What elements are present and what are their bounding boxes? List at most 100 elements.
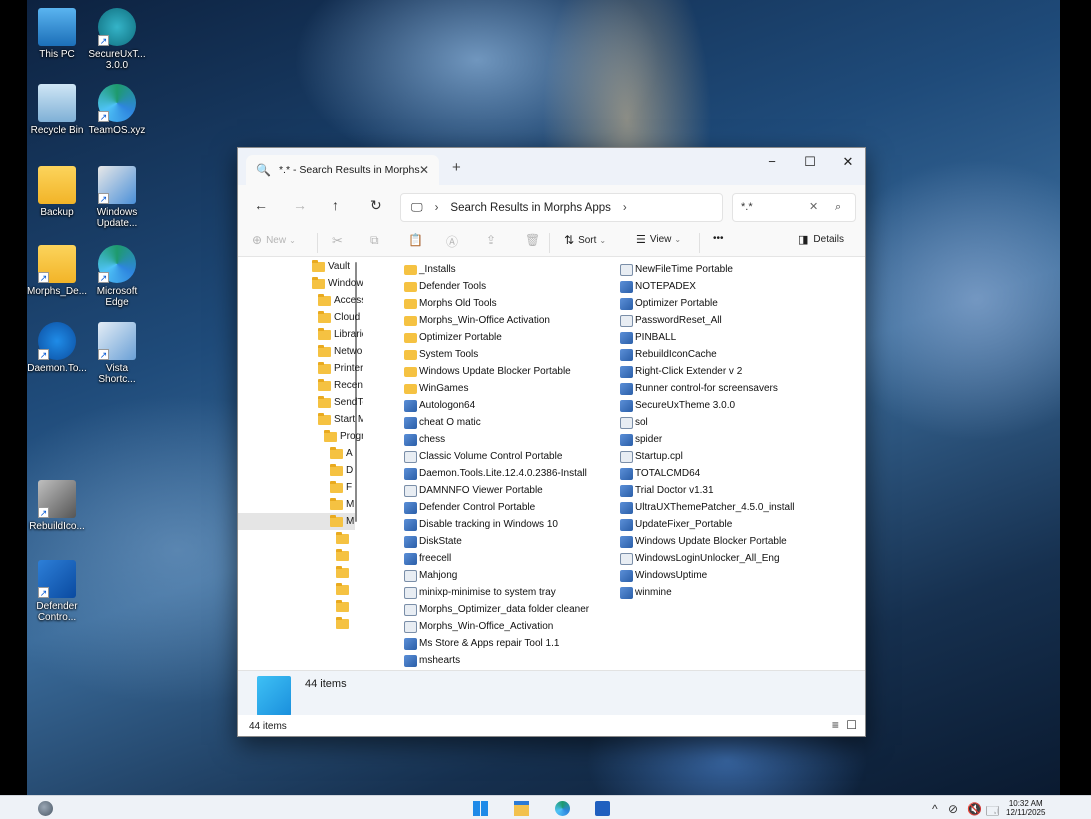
view-button[interactable]: ☰ View ⌄ (636, 233, 681, 246)
file-item[interactable]: _Installs (404, 261, 456, 278)
desktop-icon[interactable]: Recycle Bin (27, 84, 87, 136)
file-item[interactable]: WindowsLoginUnlocker_All_Eng (620, 550, 780, 567)
nav-tree-item[interactable] (336, 547, 352, 564)
file-item[interactable]: chess (404, 431, 445, 448)
file-item[interactable]: UltraUXThemePatcher_4.5.0_install (620, 499, 795, 516)
breadcrumb[interactable]: Search Results in Morphs Apps (450, 202, 610, 214)
maximize-button[interactable]: ☐ (791, 154, 829, 176)
rename-button[interactable]: Ⓐ (446, 233, 458, 250)
file-item[interactable]: WinGames (404, 380, 468, 397)
sort-button[interactable]: ⇅ Sort ⌄ (564, 233, 606, 247)
tab-search-results[interactable]: 🔍 *.* - Search Results in Morphs ✕ (246, 155, 439, 185)
desktop-icon[interactable]: ↗ Vista Shortc... (87, 322, 147, 385)
file-item[interactable]: Right-Click Extender v 2 (620, 363, 742, 380)
nav-tree-item[interactable]: M (238, 513, 355, 530)
desktop-icon[interactable]: ↗ RebuildIco... (27, 480, 87, 532)
file-item[interactable]: Optimizer Portable (404, 329, 502, 346)
file-item[interactable]: minixp-minimise to system tray (404, 584, 556, 601)
file-item[interactable]: mshearts (404, 652, 460, 669)
battery-icon[interactable]: 🗔 (986, 802, 999, 819)
more-options-button[interactable]: ••• (713, 233, 724, 244)
network-icon[interactable]: ⊘ (948, 802, 958, 816)
nav-tree-item[interactable]: D (330, 462, 353, 479)
desktop-icon[interactable]: ↗ SecureUxT... 3.0.0 (87, 8, 147, 71)
file-item[interactable]: Defender Control Portable (404, 499, 535, 516)
nav-tree-item[interactable]: Accessories (318, 292, 363, 309)
close-tab-icon[interactable]: ✕ (419, 163, 429, 177)
search-icon[interactable]: ⌕ (835, 194, 841, 221)
details-button[interactable]: ◨ Details (798, 233, 844, 246)
desktop-icon[interactable]: ↗ Defender Contro... (27, 560, 87, 623)
file-item[interactable]: UpdateFixer_Portable (620, 516, 732, 533)
file-item[interactable]: winmine (620, 584, 672, 601)
file-item[interactable]: RebuildIconCache (620, 346, 717, 363)
file-item[interactable]: TOTALCMD64 (620, 465, 700, 482)
volume-icon[interactable]: 🔇 (967, 802, 982, 816)
file-item[interactable]: NewFileTime Portable (620, 261, 733, 278)
copy-button[interactable]: ⧉ (370, 233, 379, 248)
show-hidden-icons-chevron[interactable]: ^ (932, 802, 938, 816)
nav-tree-item[interactable]: A (330, 445, 353, 462)
file-item[interactable]: Startup.cpl (620, 448, 683, 465)
file-item[interactable]: Trial Doctor v1.31 (620, 482, 714, 499)
clear-search-icon[interactable]: ✕ (809, 194, 818, 221)
file-item[interactable]: Morphs_Optimizer_data folder cleaner (404, 601, 589, 618)
file-item[interactable]: Runner control-for screensavers (620, 380, 778, 397)
paste-button[interactable]: 📋 (408, 233, 423, 247)
file-item[interactable]: Optimizer Portable (620, 295, 718, 312)
cut-button[interactable]: ✂ (332, 233, 343, 249)
file-item[interactable]: Daemon.Tools.Lite.12.4.0.2386-Install (404, 465, 587, 482)
desktop-icon[interactable]: Backup (27, 166, 87, 218)
nav-tree-item[interactable]: Start Menu (318, 411, 363, 428)
tiles-view-icon[interactable]: ☐ (846, 718, 857, 732)
file-item[interactable]: Morphs Old Tools (404, 295, 497, 312)
nav-tree-item[interactable] (336, 581, 352, 598)
file-item[interactable]: Ms Store & Apps repair Tool 1.1 (404, 635, 559, 652)
file-explorer-taskbar-icon[interactable] (514, 801, 529, 816)
file-item[interactable]: Disable tracking in Windows 10 (404, 516, 558, 533)
nav-tree-item[interactable] (336, 615, 352, 632)
minimize-button[interactable]: − (753, 154, 791, 176)
back-button[interactable]: ← (254, 197, 268, 213)
desktop-icon[interactable]: This PC (27, 8, 87, 60)
refresh-button[interactable]: ↻ (370, 197, 382, 214)
nav-tree-item[interactable]: Windows (312, 275, 363, 292)
desktop-icon[interactable]: ↗ Microsoft Edge (87, 245, 147, 308)
edge-taskbar-icon[interactable] (555, 801, 570, 816)
desktop-icon[interactable]: ↗ Morphs_De... (27, 245, 87, 297)
file-item[interactable]: Morphs_Win-Office_Activation (404, 618, 553, 635)
file-item[interactable]: Mahjong (404, 567, 457, 584)
desktop-icon[interactable]: ↗ Windows Update... (87, 166, 147, 229)
file-item[interactable]: Windows Update Blocker Portable (620, 533, 787, 550)
file-item[interactable]: NOTEPADEX (620, 278, 696, 295)
share-button[interactable]: ⇪ (486, 233, 496, 247)
address-bar[interactable]: 🖵 › Search Results in Morphs Apps › (400, 193, 723, 222)
new-tab-button[interactable]: + (452, 159, 461, 176)
widgets-icon[interactable] (38, 801, 53, 816)
up-button[interactable]: ↑ (332, 197, 339, 213)
file-item[interactable]: Autologon64 (404, 397, 475, 414)
nav-tree-item[interactable]: F (330, 479, 352, 496)
file-item[interactable]: DiskState (404, 533, 462, 550)
search-box[interactable]: *.* ✕ ⌕ (732, 193, 856, 222)
file-item[interactable]: SecureUxTheme 3.0.0 (620, 397, 735, 414)
nav-tree-item[interactable] (336, 530, 352, 547)
nav-tree-item[interactable]: Libraries (318, 326, 363, 343)
file-item[interactable]: DAMNNFO Viewer Portable (404, 482, 543, 499)
clock[interactable]: 10:32 AM 12/11/2025 (1006, 799, 1045, 817)
nav-tree-item[interactable] (336, 564, 352, 581)
file-item[interactable]: freecell (404, 550, 451, 567)
close-button[interactable]: ✕ (829, 154, 867, 176)
nav-tree-item[interactable] (336, 598, 352, 615)
nav-tree-item[interactable]: M (330, 496, 354, 513)
nav-tree-item[interactable]: Cloud (318, 309, 360, 326)
nav-tree-item[interactable]: Network (318, 343, 363, 360)
file-item[interactable]: sol (620, 414, 648, 431)
start-windows-icon[interactable] (473, 801, 488, 816)
file-item[interactable]: Classic Volume Control Portable (404, 448, 562, 465)
nav-tree-item[interactable]: Printers (318, 360, 363, 377)
file-item[interactable]: Windows Update Blocker Portable (404, 363, 571, 380)
delete-button[interactable]: 🗑 (525, 233, 540, 247)
nav-tree-item[interactable]: Vault (312, 258, 350, 275)
desktop-icon[interactable]: ↗ Daemon.To... (27, 322, 87, 374)
